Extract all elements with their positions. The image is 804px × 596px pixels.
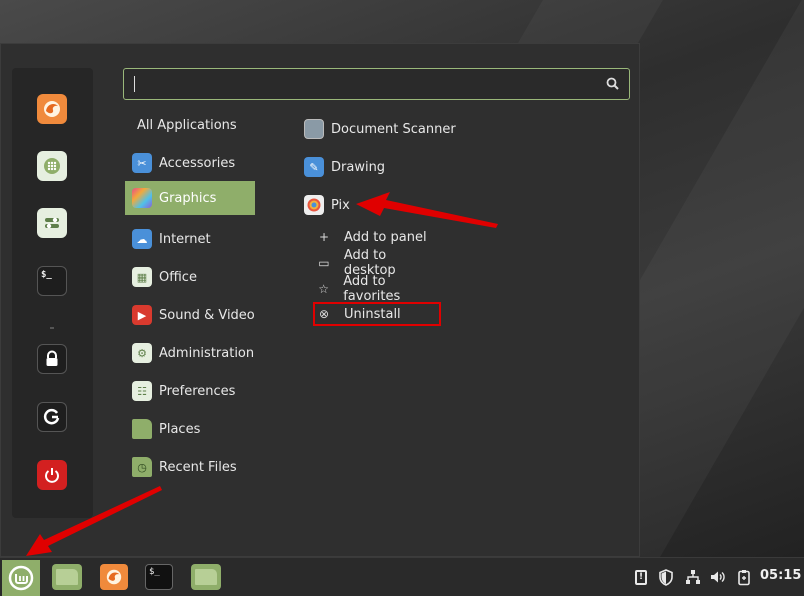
category-label: Internet — [159, 231, 211, 247]
battery-clipboard-icon — [738, 569, 750, 585]
context-label: Add to favorites — [343, 274, 401, 304]
application-menu: $_ All Applications ✂ Accessories Graphi… — [0, 43, 640, 557]
taskbar-firefox-launcher[interactable] — [100, 564, 128, 590]
text-caret — [134, 76, 135, 92]
firefox-icon — [106, 569, 122, 585]
preferences-icon: ☷ — [132, 381, 152, 401]
app-drawing[interactable]: ✎ Drawing — [304, 152, 385, 182]
shield-tray-icon — [659, 568, 673, 586]
firefox-icon — [44, 101, 60, 117]
drawing-icon: ✎ — [304, 157, 324, 177]
linux-mint-logo-icon — [8, 565, 34, 591]
category-administration[interactable]: ⚙ Administration — [125, 336, 255, 370]
plus-icon: + — [318, 230, 330, 244]
category-sound-video[interactable]: ▶ Sound & Video — [125, 298, 255, 332]
app-label: Pix — [331, 197, 350, 213]
context-uninstall[interactable]: ⊗ Uninstall — [313, 302, 441, 326]
pix-icon — [304, 195, 324, 215]
favorites-separator — [50, 327, 54, 329]
category-accessories[interactable]: ✂ Accessories — [125, 146, 255, 180]
folder-icon — [195, 569, 217, 585]
terminal-icon: $_ — [149, 567, 160, 577]
terminal-icon: $_ — [41, 270, 52, 280]
clock[interactable]: 05:15 — [760, 568, 801, 583]
volume-tray-icon — [711, 571, 725, 583]
category-label: Recent Files — [159, 459, 237, 475]
settings-icon — [45, 217, 59, 229]
category-all-applications[interactable]: All Applications — [125, 108, 255, 142]
remove-icon: ⊗ — [318, 307, 330, 321]
search-box[interactable] — [123, 68, 630, 100]
shield-icon[interactable] — [657, 568, 675, 586]
recent-folder-icon: ◷ — [132, 457, 152, 477]
folder-icon — [56, 569, 78, 585]
search-icon[interactable] — [605, 76, 621, 92]
power-icon — [45, 468, 59, 483]
folder-icon — [132, 419, 152, 439]
scanner-icon — [304, 119, 324, 139]
context-add-to-favorites[interactable]: ☆ Add to favorites — [313, 274, 441, 304]
logout-icon — [43, 408, 60, 425]
taskbar-folder-launcher[interactable] — [191, 564, 221, 590]
category-places[interactable]: Places — [125, 412, 255, 446]
category-label: Administration — [159, 345, 255, 361]
favorite-terminal[interactable]: $_ — [37, 266, 67, 296]
category-preferences[interactable]: ☷ Preferences — [125, 374, 255, 408]
update-manager-icon[interactable]: ! — [633, 568, 649, 586]
category-label: Preferences — [159, 383, 236, 399]
favorite-software-manager[interactable] — [37, 151, 67, 181]
taskbar-files-launcher[interactable] — [52, 564, 82, 590]
software-manager-icon — [44, 158, 60, 174]
context-label: Uninstall — [344, 306, 401, 322]
administration-icon: ⚙ — [132, 343, 152, 363]
volume-icon[interactable] — [709, 568, 727, 586]
app-document-scanner[interactable]: Document Scanner — [304, 114, 456, 144]
category-label: Places — [159, 421, 201, 437]
cloud-icon: ☁ — [132, 229, 152, 249]
favorite-settings[interactable] — [37, 208, 67, 238]
category-label: Sound & Video — [159, 307, 255, 323]
app-pix[interactable]: Pix — [304, 190, 350, 220]
office-icon: ▦ — [132, 267, 152, 287]
favorite-power[interactable] — [37, 460, 67, 490]
category-label: Accessories — [159, 155, 236, 171]
favorite-lock-screen[interactable] — [37, 344, 67, 374]
context-label: Add to panel — [344, 229, 427, 245]
graphics-icon — [132, 188, 152, 208]
search-input[interactable] — [132, 74, 602, 94]
category-office[interactable]: ▦ Office — [125, 260, 255, 294]
lock-screen-icon — [46, 350, 58, 366]
category-internet[interactable]: ☁ Internet — [125, 222, 255, 256]
app-label: Drawing — [331, 159, 386, 175]
taskbar: $_ ! 05:15 — [0, 557, 804, 596]
category-label: All Applications — [137, 117, 237, 133]
app-label: Document Scanner — [331, 121, 456, 137]
network-icon[interactable] — [684, 568, 702, 586]
category-label: Graphics — [159, 190, 217, 206]
star-icon: ☆ — [318, 282, 329, 296]
context-add-to-desktop[interactable]: ▭ Add to desktop — [313, 248, 441, 278]
scissors-icon: ✂ — [132, 153, 152, 173]
context-add-to-panel[interactable]: + Add to panel — [313, 225, 441, 249]
menu-start-button[interactable] — [2, 560, 40, 596]
play-icon: ▶ — [132, 305, 152, 325]
category-label: Office — [159, 269, 197, 285]
favorites-sidebar: $_ — [12, 68, 93, 518]
category-graphics[interactable]: Graphics — [125, 181, 255, 215]
clipboard-alert-icon: ! — [635, 569, 647, 585]
favorite-logout[interactable] — [37, 402, 67, 432]
pix-logo — [307, 198, 321, 212]
notes-icon[interactable] — [736, 568, 752, 586]
category-recent-files[interactable]: ◷ Recent Files — [125, 450, 255, 484]
taskbar-terminal-launcher[interactable]: $_ — [145, 564, 173, 590]
network-tray-icon — [686, 570, 700, 584]
favorite-firefox[interactable] — [37, 94, 67, 124]
monitor-icon: ▭ — [318, 256, 330, 270]
